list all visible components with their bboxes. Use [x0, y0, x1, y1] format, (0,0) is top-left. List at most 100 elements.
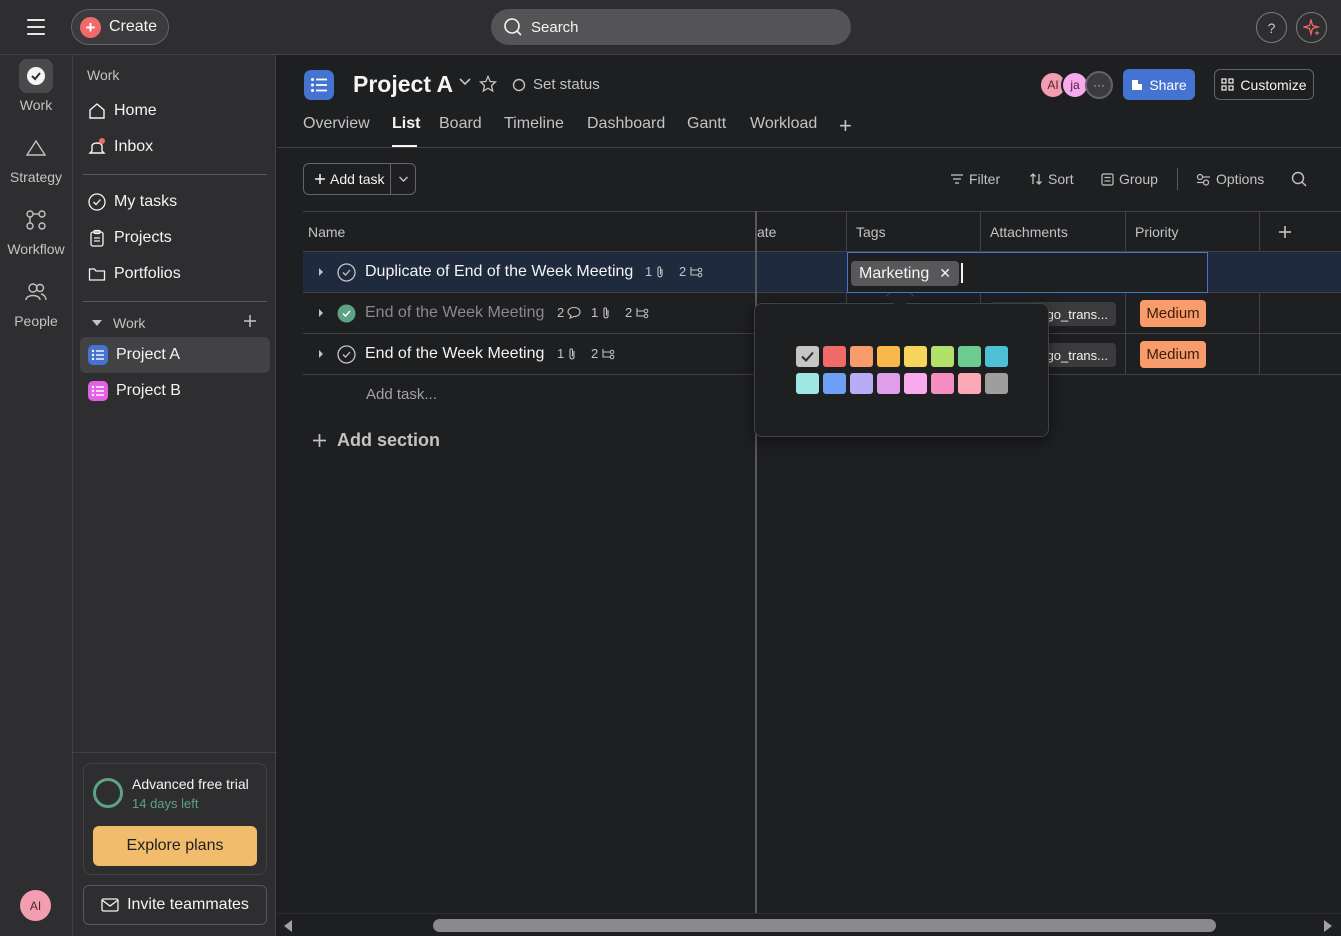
column-header-name[interactable]: Name: [308, 212, 345, 252]
team-section-header[interactable]: Work: [91, 315, 145, 331]
star-icon[interactable]: [479, 75, 497, 93]
remove-tag-icon[interactable]: ✕: [939, 265, 951, 282]
color-swatch[interactable]: [823, 346, 846, 367]
tab-dashboard[interactable]: Dashboard: [587, 115, 665, 133]
color-swatch[interactable]: [796, 373, 819, 394]
sidebar-item-home[interactable]: Home: [80, 93, 270, 129]
tag-chip[interactable]: Marketing ✕: [851, 261, 959, 286]
task-name[interactable]: Duplicate of End of the Week Meeting: [365, 263, 633, 281]
color-swatch[interactable]: [985, 346, 1008, 367]
invite-label: Invite teammates: [127, 896, 249, 913]
sidebar-item-inbox[interactable]: Inbox: [80, 129, 270, 165]
expand-caret-icon[interactable]: [317, 307, 325, 319]
help-button[interactable]: ?: [1256, 12, 1287, 43]
set-status-button[interactable]: Set status: [512, 76, 600, 93]
sidebar-label-portfolios: Portfolios: [114, 265, 181, 282]
sidebar-item-portfolios[interactable]: Portfolios: [80, 256, 270, 292]
sidebar-item-my-tasks[interactable]: My tasks: [80, 184, 270, 220]
expand-caret-icon[interactable]: [317, 348, 325, 360]
options-button[interactable]: Options: [1196, 171, 1264, 187]
attachment-count: 1: [645, 264, 665, 279]
explore-plans-button[interactable]: Explore plans: [93, 826, 257, 866]
color-swatch[interactable]: [850, 346, 873, 367]
rail-item-people[interactable]: People: [0, 275, 72, 329]
color-swatch[interactable]: [877, 346, 900, 367]
column-header-tags[interactable]: Tags: [856, 212, 886, 252]
add-tab-icon[interactable]: +: [839, 113, 852, 139]
user-avatar[interactable]: AI: [20, 890, 51, 921]
add-column-icon[interactable]: [1278, 225, 1292, 239]
color-swatch[interactable]: [958, 346, 981, 367]
search-icon[interactable]: [1291, 171, 1307, 187]
task-complete-checkbox[interactable]: [337, 263, 356, 282]
ai-assistant-button[interactable]: [1296, 12, 1327, 43]
priority-badge[interactable]: Medium: [1140, 300, 1206, 327]
attachment-count: 1: [591, 305, 611, 320]
color-swatch[interactable]: [931, 373, 954, 394]
workflow-icon: [26, 210, 46, 230]
triangle-icon: [25, 139, 47, 156]
sidebar-item-projects[interactable]: Projects: [80, 220, 270, 256]
scroll-right-icon[interactable]: [1323, 919, 1333, 933]
color-swatch[interactable]: [823, 373, 846, 394]
color-swatch[interactable]: [904, 373, 927, 394]
color-swatch[interactable]: [904, 346, 927, 367]
column-header-date[interactable]: ate: [757, 212, 776, 252]
color-swatch[interactable]: [958, 373, 981, 394]
color-swatch[interactable]: [850, 373, 873, 394]
more-members-icon[interactable]: ···: [1085, 71, 1113, 99]
priority-badge[interactable]: Medium: [1140, 341, 1206, 368]
tab-timeline[interactable]: Timeline: [504, 115, 564, 133]
tab-workload[interactable]: Workload: [750, 115, 817, 133]
customize-button[interactable]: Customize: [1214, 69, 1314, 100]
menu-icon[interactable]: [20, 14, 52, 40]
chevron-down-icon: [398, 176, 408, 182]
color-swatch[interactable]: [796, 346, 819, 367]
filter-button[interactable]: Filter: [950, 171, 1000, 187]
add-project-icon[interactable]: [243, 314, 257, 328]
task-name[interactable]: End of the Week Meeting: [365, 345, 544, 363]
active-tab-indicator: [392, 145, 417, 147]
task-name[interactable]: End of the Week Meeting: [365, 304, 544, 322]
add-task-button[interactable]: Add task: [304, 164, 392, 194]
share-button[interactable]: Share: [1123, 69, 1195, 100]
tab-overview[interactable]: Overview: [303, 115, 370, 133]
task-complete-checkbox[interactable]: [337, 304, 356, 323]
add-task-dropdown[interactable]: [391, 175, 415, 183]
tab-list[interactable]: List: [392, 115, 420, 133]
color-swatch[interactable]: [931, 346, 954, 367]
color-swatch[interactable]: [985, 373, 1008, 394]
create-label: Create: [109, 18, 158, 35]
options-label: Options: [1216, 171, 1265, 187]
create-button[interactable]: + Create: [71, 9, 169, 45]
tab-board[interactable]: Board: [439, 115, 482, 133]
project-title[interactable]: Project A: [353, 71, 453, 98]
project-list-icon[interactable]: [304, 70, 334, 100]
sidebar-item-project-a[interactable]: Project A: [80, 337, 270, 373]
color-swatch[interactable]: [877, 373, 900, 394]
chevron-down-icon[interactable]: [458, 77, 472, 87]
rail-item-strategy[interactable]: Strategy: [0, 131, 72, 185]
group-button[interactable]: Group: [1101, 171, 1158, 187]
sidebar-item-project-b[interactable]: Project B: [80, 373, 270, 409]
project-header: Project A Set status Overview List Board…: [277, 55, 1341, 148]
invite-teammates-button[interactable]: Invite teammates: [83, 885, 267, 925]
tag-input-field[interactable]: Marketing ✕: [847, 252, 1208, 293]
expand-caret-icon[interactable]: [317, 266, 325, 278]
rail-item-workflow[interactable]: Workflow: [0, 203, 72, 257]
tab-gantt[interactable]: Gantt: [687, 115, 726, 133]
search-input[interactable]: Search: [491, 9, 851, 45]
horizontal-scrollbar[interactable]: [277, 913, 1341, 936]
column-header-priority[interactable]: Priority: [1135, 212, 1179, 252]
rail-item-work[interactable]: Work: [0, 59, 72, 113]
attachment-count: 1: [557, 346, 577, 361]
scroll-left-icon[interactable]: [283, 919, 293, 933]
add-task-inline[interactable]: Add task...: [366, 386, 437, 403]
paperclip-icon: [657, 265, 663, 277]
add-section-button[interactable]: Add section: [312, 430, 440, 451]
caret-down-icon: [92, 320, 102, 326]
scrollbar-thumb[interactable]: [433, 919, 1216, 932]
column-header-attachments[interactable]: Attachments: [990, 212, 1068, 252]
sort-button[interactable]: Sort: [1029, 171, 1074, 187]
task-complete-checkbox[interactable]: [337, 345, 356, 364]
